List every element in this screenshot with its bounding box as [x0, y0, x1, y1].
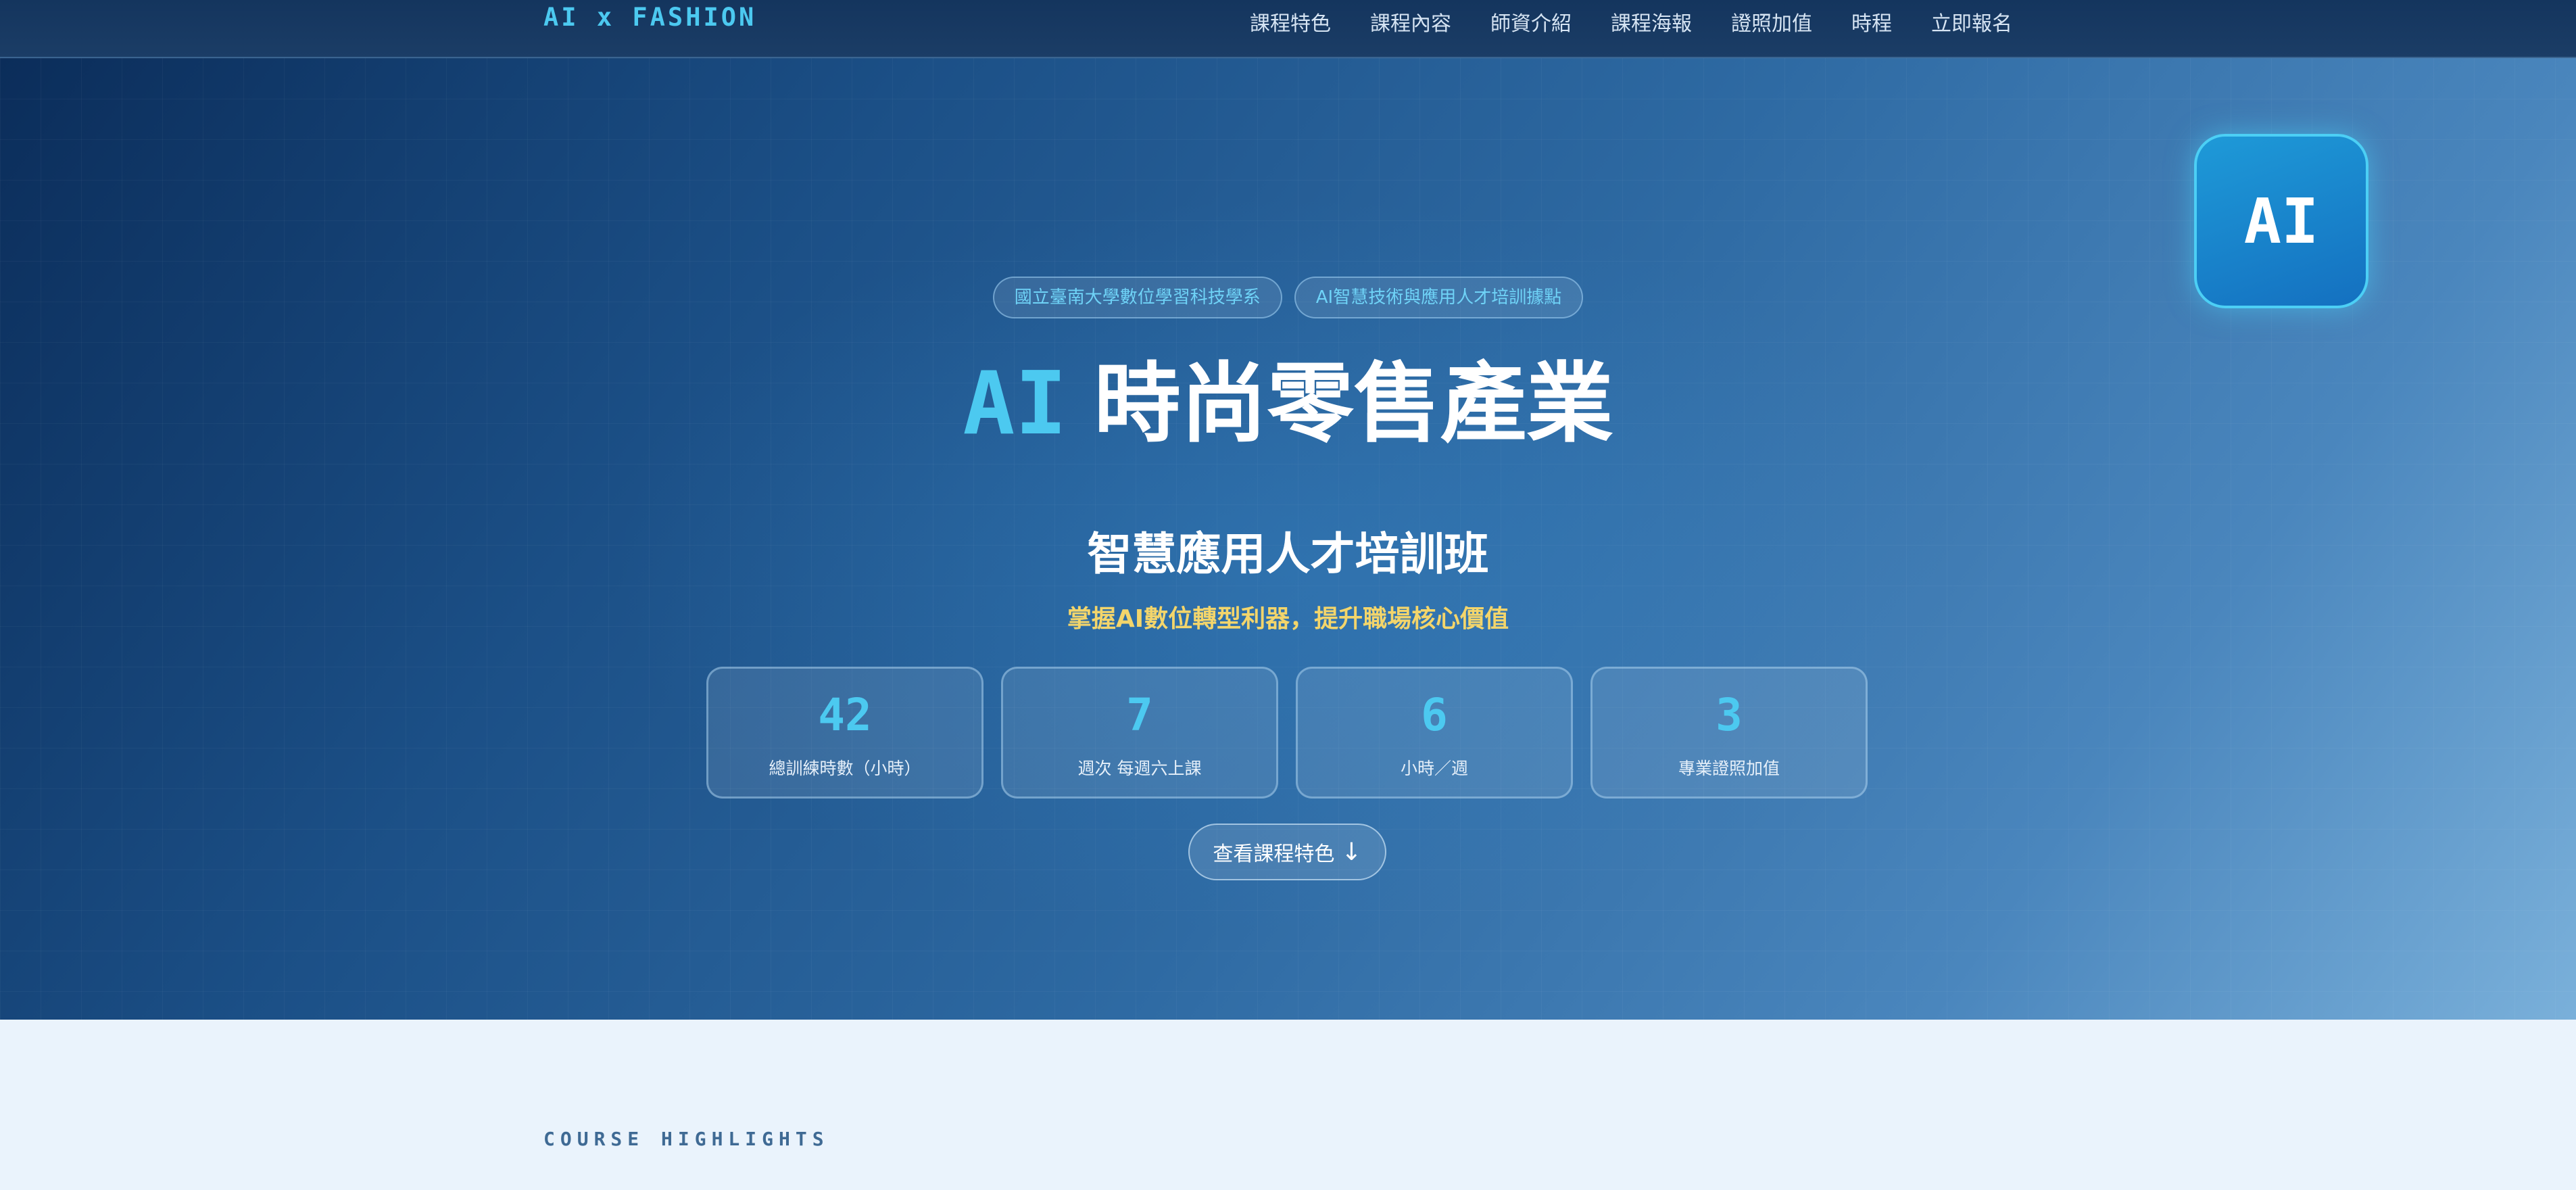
top-navbar: AI x FASHION 課程特色 課程內容 師資介紹 課程海報 證照加值 時程…: [0, 0, 2576, 58]
hero-title: AI 時尚零售產業: [0, 354, 2576, 454]
tag-training-center: AI智慧技術與應用人才培訓據點: [1294, 277, 1584, 318]
view-features-button[interactable]: 查看課程特色 ↓: [1188, 824, 1386, 880]
stat-label: 專業證照加值: [1678, 759, 1780, 778]
hero-title-main: 時尚零售產業: [1094, 354, 1613, 454]
stat-card-hours-per-week: 6 小時／週: [1296, 667, 1573, 799]
nav-link-certificates[interactable]: 證照加值: [1731, 7, 1812, 37]
stat-value: 7: [1126, 689, 1153, 741]
stat-value: 42: [818, 689, 872, 741]
nav-link-schedule[interactable]: 時程: [1851, 7, 1892, 37]
stat-label: 週次 每週六上課: [1077, 759, 1202, 778]
brand-logo[interactable]: AI x FASHION: [543, 3, 756, 32]
nav-links: 課程特色 課程內容 師資介紹 課程海報 證照加值 時程 立即報名: [1250, 7, 2012, 37]
stat-card-certificates: 3 專業證照加值: [1590, 667, 1868, 799]
stat-card-hours: 42 總訓練時數（小時）: [706, 667, 983, 799]
ai-badge-text: AI: [2243, 185, 2319, 258]
hero-section: AI 國立臺南大學數位學習科技學系 AI智慧技術與應用人才培訓據點 AI 時尚零售…: [0, 58, 2576, 1020]
tag-department: 國立臺南大學數位學習科技學系: [992, 277, 1282, 318]
stats-row: 42 總訓練時數（小時） 7 週次 每週六上課 6 小時／週 3 專業證照加值: [706, 667, 1868, 799]
hero-title-accent: AI: [963, 354, 1067, 454]
stat-card-weeks: 7 週次 每週六上課: [1001, 667, 1278, 799]
nav-link-register[interactable]: 立即報名: [1931, 7, 2012, 37]
stat-value: 6: [1421, 689, 1448, 741]
course-highlights-section: COURSE HIGHLIGHTS: [0, 1020, 2576, 1190]
nav-link-instructors[interactable]: 師資介紹: [1490, 7, 1572, 37]
section-eyebrow: COURSE HIGHLIGHTS: [543, 1128, 829, 1150]
stat-value: 3: [1716, 689, 1743, 741]
nav-link-poster[interactable]: 課程海報: [1611, 7, 1692, 37]
stat-label: 小時／週: [1400, 759, 1468, 778]
hero-tagline: 掌握AI數位轉型利器，提升職場核心價值: [1067, 605, 1509, 633]
nav-link-content[interactable]: 課程內容: [1370, 7, 1451, 37]
nav-link-features[interactable]: 課程特色: [1250, 7, 1331, 37]
hero-tags: 國立臺南大學數位學習科技學系 AI智慧技術與應用人才培訓據點: [0, 277, 2576, 318]
arrow-down-icon: ↓: [1341, 838, 1362, 866]
cta-label: 查看課程特色: [1213, 842, 1335, 866]
hero-subtitle: 智慧應用人才培訓班: [1087, 528, 1489, 580]
stat-label: 總訓練時數（小時）: [769, 759, 921, 778]
